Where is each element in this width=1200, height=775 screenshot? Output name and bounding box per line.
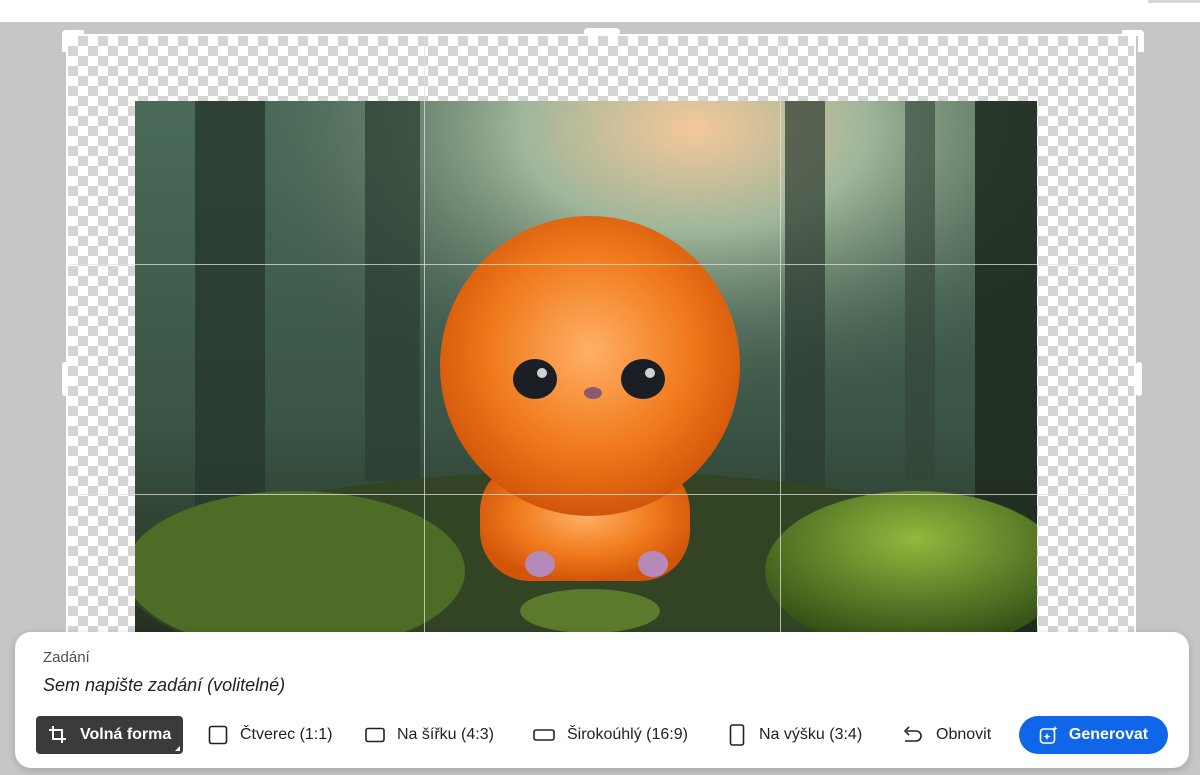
crop-grid-line (780, 36, 781, 636)
generate-button[interactable]: Generovat (1019, 716, 1168, 754)
expanded-canvas[interactable] (68, 36, 1136, 636)
widescreen-icon (533, 725, 555, 745)
aspect-option-label: Širokoúhlý (16:9) (567, 726, 688, 743)
prompt-panel: Zadání Volná forma Čtverec (1:1) Na šířk… (15, 632, 1189, 768)
prompt-input[interactable] (43, 672, 943, 698)
aspect-landscape-button[interactable]: Na šířku (4:3) (365, 716, 494, 754)
reset-label: Obnovit (936, 726, 992, 743)
forest-creature-image (135, 101, 1037, 636)
top-strip-corner (1148, 0, 1200, 3)
prompt-label: Zadání (43, 649, 90, 666)
reset-button[interactable]: Obnovit (902, 716, 991, 754)
generated-image (135, 101, 1037, 636)
crop-handle-left[interactable] (62, 362, 68, 396)
aspect-option-label: Na šířku (4:3) (397, 726, 494, 743)
aspect-option-label: Čtverec (1:1) (240, 726, 333, 743)
crop-grid-line (68, 494, 1136, 495)
square-icon (208, 725, 228, 745)
crop-handle-top[interactable] (584, 28, 620, 36)
aspect-free-form-button[interactable]: Volná forma (36, 716, 184, 754)
undo-icon (902, 725, 924, 745)
generate-label: Generovat (1068, 726, 1149, 743)
aspect-widescreen-button[interactable]: Širokoúhlý (16:9) (533, 716, 688, 754)
crop-grid-line (424, 36, 425, 636)
aspect-option-label: Na výšku (3:4) (759, 726, 863, 743)
crop-handle-right[interactable] (1136, 362, 1142, 396)
generate-sparkle-icon (1039, 725, 1059, 745)
top-strip (0, 0, 1200, 22)
aspect-square-button[interactable]: Čtverec (1:1) (208, 716, 332, 754)
crop-grid-line (68, 264, 1136, 265)
aspect-portrait-button[interactable]: Na výšku (3:4) (729, 716, 862, 754)
portrait-icon (729, 724, 745, 746)
aspect-option-label: Volná forma (80, 726, 172, 743)
crop-icon (48, 725, 68, 745)
option-caret-icon (175, 746, 181, 751)
landscape-icon (365, 725, 385, 745)
